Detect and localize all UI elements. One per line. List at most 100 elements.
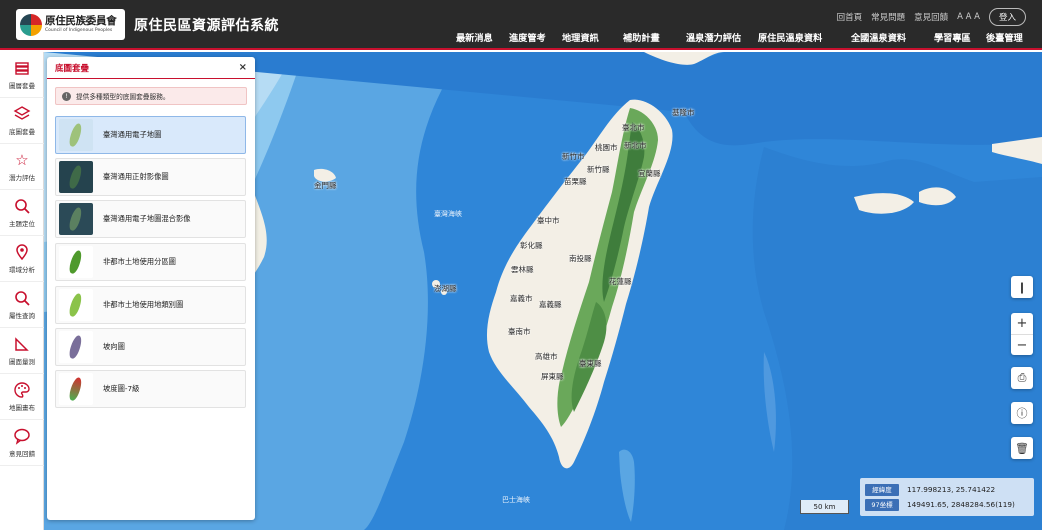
place-hsinchu-county: 新竹縣: [587, 165, 610, 174]
nav-indigenous-hotspring[interactable]: 原住民溫泉資料: [758, 30, 822, 44]
panel-header: 底圖套疊 ×: [47, 57, 255, 79]
close-icon[interactable]: ×: [239, 62, 247, 73]
panel-notice: ! 提供多種類型的底圖套疊服務。: [55, 87, 247, 105]
place-changhua: 彰化縣: [520, 241, 543, 250]
place-bashi-channel: 巴士海峽: [502, 496, 530, 504]
print-button[interactable]: ⎙: [1011, 367, 1033, 389]
magnify-icon: [13, 289, 31, 307]
left-toolbar: 圖層套疊 底圖套疊 ☆ 潛力評估 主題定位 環域分析 屬性查詢 圖面量測 地圖畫…: [0, 52, 44, 530]
clear-button[interactable]: 🗑: [1011, 437, 1033, 459]
map-thumbnail-icon: [59, 331, 93, 363]
nav-learning[interactable]: 學習專區: [934, 30, 971, 44]
tool-label: 圖層套疊: [9, 82, 35, 90]
app-title: 原住民區資源評估系統: [134, 18, 279, 34]
utility-links: 回首頁 常見問題 意見回饋 A A A 登入: [837, 8, 1026, 26]
basemap-option-label: 臺灣通用正射影像圖: [103, 172, 169, 181]
place-yunlin: 雲林縣: [511, 265, 534, 274]
place-yilan: 宜蘭縣: [638, 169, 661, 178]
place-new-taipei: 新北市: [624, 141, 647, 150]
coordinate-readout: 經緯度 117.998213, 25.741422 97坐標 149491.65…: [860, 478, 1034, 516]
tool-label: 意見回饋: [9, 450, 35, 458]
pin-icon: [13, 243, 31, 261]
feedback-link[interactable]: 意見回饋: [914, 11, 948, 23]
coord-value-twd97: 149491.65, 2848284.56(119): [907, 500, 1015, 509]
notice-text: 提供多種類型的底圖套疊服務。: [76, 93, 170, 101]
basemap-option-label: 非都市土地使用地類別圖: [103, 300, 184, 309]
tool-label: 圖面量測: [9, 358, 35, 366]
place-miaoli: 苗栗縣: [564, 177, 587, 186]
chat-icon: [13, 427, 31, 445]
map-thumbnail-icon: [59, 161, 93, 193]
coord-label-latlon: 經緯度: [865, 483, 899, 496]
basemap-panel: 底圖套疊 × ! 提供多種類型的底圖套疊服務。 臺灣通用電子地圖 臺灣通用正射影…: [47, 57, 255, 520]
taiwan-extent-button[interactable]: ❙: [1011, 276, 1033, 298]
basemap-option-emap[interactable]: 臺灣通用電子地圖: [55, 116, 246, 154]
place-taitung: 臺東縣: [579, 359, 602, 368]
tool-measure[interactable]: 圖面量測: [0, 328, 44, 374]
login-button[interactable]: 登入: [988, 8, 1026, 26]
nav-geo-info[interactable]: 地理資訊: [562, 30, 599, 44]
layers-icon: [13, 59, 31, 77]
place-taipei: 臺北市: [622, 123, 645, 132]
zoom-out-button[interactable]: −: [1011, 334, 1033, 355]
basemap-option-slope[interactable]: 坡度圖-7級: [55, 370, 246, 408]
tool-layer-overlay[interactable]: 圖層套疊: [0, 52, 44, 98]
scale-bar: 50 km: [800, 500, 849, 514]
agency-logo[interactable]: 原住民族委員會 Council of Indigenous Peoples: [16, 9, 125, 40]
tool-draw[interactable]: 地圖畫布: [0, 374, 44, 420]
nav-national-hotspring[interactable]: 全國溫泉資料: [851, 30, 906, 44]
stack-icon: [13, 105, 31, 123]
zoom-control: + −: [1011, 313, 1033, 355]
tool-label: 底圖套疊: [9, 128, 35, 136]
basemap-option-landuse[interactable]: 非都市土地使用地類別圖: [55, 286, 246, 324]
place-taoyuan: 桃園市: [595, 143, 618, 152]
place-hualien: 花蓮縣: [609, 277, 632, 286]
zoom-in-button[interactable]: +: [1011, 313, 1033, 334]
place-kinmen: 金門縣: [314, 181, 337, 190]
panel-title: 底圖套疊: [55, 63, 90, 74]
font-size-control[interactable]: A A A: [957, 12, 980, 22]
trash-icon: 🗑: [1015, 441, 1029, 455]
tool-label: 潛力評估: [9, 174, 35, 182]
place-tainan: 臺南市: [508, 327, 531, 336]
basemap-option-ortho[interactable]: 臺灣通用正射影像圖: [55, 158, 246, 196]
tool-basemap[interactable]: 底圖套疊: [0, 98, 44, 144]
info-icon: !: [62, 91, 71, 101]
basemap-option-aspect[interactable]: 坡向圖: [55, 328, 246, 366]
tool-feedback[interactable]: 意見回饋: [0, 420, 44, 466]
palette-icon: [13, 381, 31, 399]
top-header: 原住民族委員會 Council of Indigenous Peoples 原住…: [0, 0, 1042, 50]
nav-admin[interactable]: 後臺管理: [986, 30, 1023, 44]
tool-potential[interactable]: ☆ 潛力評估: [0, 144, 44, 190]
map-thumbnail-icon: [59, 373, 93, 405]
nav-hotspring-potential[interactable]: 溫泉潛力評估: [686, 30, 741, 44]
nav-progress[interactable]: 進度管考: [509, 30, 546, 44]
place-chiayi-city: 嘉義市: [510, 294, 533, 303]
basemap-option-hybrid[interactable]: 臺灣通用電子地圖混合影像: [55, 200, 246, 238]
nav-subsidy[interactable]: 補助計畫: [623, 30, 660, 44]
coord-label-twd97: 97坐標: [865, 498, 899, 511]
place-keelung: 基隆市: [672, 108, 695, 117]
faq-link[interactable]: 常見問題: [871, 11, 905, 23]
locate-icon: [13, 197, 31, 215]
home-link[interactable]: 回首頁: [837, 11, 863, 23]
star-icon: ☆: [15, 151, 29, 169]
map-thumbnail-icon: [59, 246, 93, 278]
place-taichung: 臺中市: [537, 216, 560, 225]
tool-locate[interactable]: 主題定位: [0, 190, 44, 236]
tool-buffer[interactable]: 環域分析: [0, 236, 44, 282]
ruler-icon: [13, 335, 31, 353]
place-hsinchu-city: 新竹市: [562, 152, 585, 161]
basemap-option-zoning[interactable]: 非都市土地使用分區圖: [55, 243, 246, 281]
taiwan-icon: ❙: [1017, 280, 1027, 294]
tool-attribute-query[interactable]: 屬性查詢: [0, 282, 44, 328]
place-chiayi-county: 嘉義縣: [539, 300, 562, 309]
place-pingtung: 屏東縣: [541, 372, 564, 381]
nav-news[interactable]: 最新消息: [456, 30, 493, 44]
logo-subtitle: Council of Indigenous Peoples: [45, 27, 113, 33]
place-kaohsiung: 高雄市: [535, 352, 558, 361]
info-button[interactable]: ⓘ: [1011, 402, 1033, 424]
logo-title: 原住民族委員會: [45, 15, 117, 27]
basemap-option-label: 非都市土地使用分區圖: [103, 257, 176, 266]
print-icon: ⎙: [1017, 371, 1027, 384]
